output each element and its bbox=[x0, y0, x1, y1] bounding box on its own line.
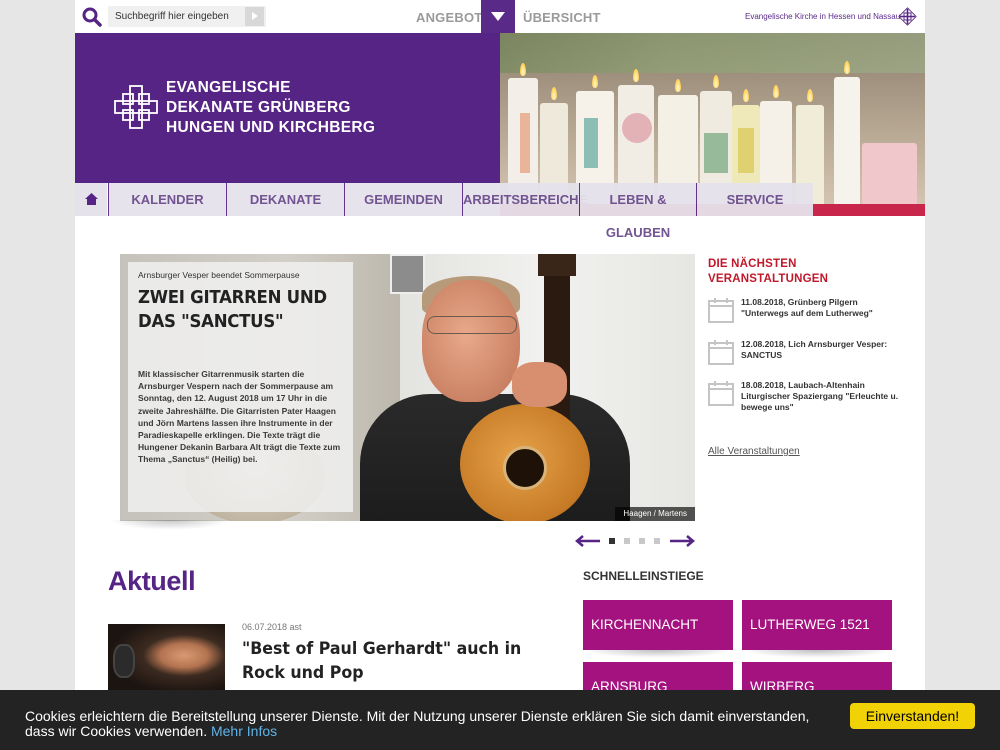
calendar-icon bbox=[708, 381, 734, 406]
aktuell-heading: Aktuell bbox=[108, 566, 196, 596]
search-submit-button[interactable] bbox=[245, 7, 264, 26]
brand-line-2: DEKANATE GRÜNBERG bbox=[166, 99, 351, 116]
hero-slider[interactable]: Arnsburger Vesper beendet Sommerpause ZW… bbox=[120, 254, 695, 521]
cookie-accept-button[interactable]: Einverstanden! bbox=[850, 703, 975, 729]
events-heading-line-2: VERANSTALTUNGEN bbox=[708, 273, 829, 285]
home-icon bbox=[85, 193, 98, 205]
slide-kicker: Arnsburger Vesper beendet Sommerpause bbox=[138, 270, 300, 280]
slider-controls bbox=[575, 533, 697, 549]
nav-item-leben-glauben[interactable]: LEBEN & GLAUBEN bbox=[579, 183, 696, 240]
photo-credit: Haagen / Martens bbox=[615, 507, 695, 521]
cross-logo-icon bbox=[114, 85, 158, 129]
news-thumbnail[interactable] bbox=[108, 624, 225, 694]
slide-caption-card: Arnsburger Vesper beendet Sommerpause ZW… bbox=[128, 262, 353, 512]
search-icon[interactable] bbox=[81, 6, 103, 28]
ekhn-link[interactable]: Evangelische Kirche in Hessen und Nassau bbox=[745, 12, 900, 21]
cookie-text-line-2: dass wir Cookies verwenden. bbox=[25, 723, 208, 739]
quick-links-heading: SCHNELLEINSTIEGE bbox=[583, 569, 704, 583]
brand-line-3: HUNGEN UND KIRCHBERG bbox=[166, 119, 376, 136]
news-date: 06.07.2018 ast bbox=[242, 622, 302, 632]
brand-line-1: EVANGELISCHE bbox=[166, 79, 291, 96]
event-text[interactable]: 11.08.2018, Grünberg Pilgern "Unterwegs … bbox=[741, 297, 901, 319]
slider-dot-2[interactable] bbox=[624, 538, 630, 544]
slider-dot-4[interactable] bbox=[654, 538, 660, 544]
slide-photo-window bbox=[390, 254, 425, 294]
brand-title: EVANGELISCHE DEKANATE GRÜNBERG HUNGEN UN… bbox=[166, 78, 375, 138]
header-brand[interactable]: EVANGELISCHE DEKANATE GRÜNBERG HUNGEN UN… bbox=[75, 33, 500, 183]
event-text[interactable]: 12.08.2018, Lich Arnsburger Vesper: SANC… bbox=[741, 339, 901, 361]
slide-text: Mit klassischer Gitarrenmusik starten di… bbox=[138, 369, 341, 465]
quick-tile-lutherweg[interactable]: LUTHERWEG 1521 bbox=[742, 600, 892, 650]
cookie-more-info-link[interactable]: Mehr Infos bbox=[211, 723, 277, 739]
arrow-right-icon[interactable] bbox=[669, 533, 695, 549]
chevron-down-icon[interactable] bbox=[481, 0, 515, 33]
nav-item-gemeinden[interactable]: GEMEINDEN bbox=[344, 183, 462, 216]
nav-item-dekanate[interactable]: DEKANATE bbox=[226, 183, 344, 216]
ekhn-logo-icon[interactable] bbox=[898, 7, 917, 26]
page: ANGEBOTE ÜBERSICHT Evangelische Kirche i… bbox=[75, 0, 925, 750]
slider-dot-3[interactable] bbox=[639, 538, 645, 544]
arrow-left-icon[interactable] bbox=[575, 533, 601, 549]
events-heading-line-1: DIE NÄCHSTEN bbox=[708, 258, 797, 270]
uebersicht-link[interactable]: ÜBERSICHT bbox=[523, 10, 601, 25]
nav-item-arbeitsbereiche[interactable]: ARBEITSBEREICHE bbox=[462, 183, 587, 216]
home-button[interactable] bbox=[75, 183, 108, 216]
slide-title[interactable]: ZWEI GITARREN UND DAS "SANCTUS" bbox=[138, 286, 359, 334]
nav-item-kalender[interactable]: KALENDER bbox=[108, 183, 226, 216]
angebote-link[interactable]: ANGEBOTE bbox=[416, 10, 491, 25]
calendar-icon bbox=[708, 298, 734, 323]
quick-tile-kirchennacht[interactable]: KIRCHENNACHT bbox=[583, 600, 733, 650]
main-nav: KALENDER DEKANATE GEMEINDEN ARBEITSBEREI… bbox=[75, 183, 813, 240]
all-events-link[interactable]: Alle Veranstaltungen bbox=[708, 446, 800, 457]
search-input[interactable] bbox=[108, 6, 266, 27]
news-title[interactable]: "Best of Paul Gerhardt" auch in Rock und… bbox=[242, 637, 540, 685]
cookie-text-line-1: Cookies erleichtern die Bereitstellung u… bbox=[25, 708, 810, 724]
slider-dot-1[interactable] bbox=[609, 538, 615, 544]
cookie-text: Cookies erleichtern die Bereitstellung u… bbox=[25, 709, 845, 739]
events-heading: DIE NÄCHSTEN VERANSTALTUNGEN bbox=[708, 257, 858, 287]
event-text[interactable]: 18.08.2018, Laubach-Altenhain Liturgisch… bbox=[741, 380, 901, 413]
top-bar: ANGEBOTE ÜBERSICHT Evangelische Kirche i… bbox=[75, 0, 925, 33]
calendar-icon bbox=[708, 340, 734, 365]
nav-item-service[interactable]: SERVICE bbox=[696, 183, 813, 216]
